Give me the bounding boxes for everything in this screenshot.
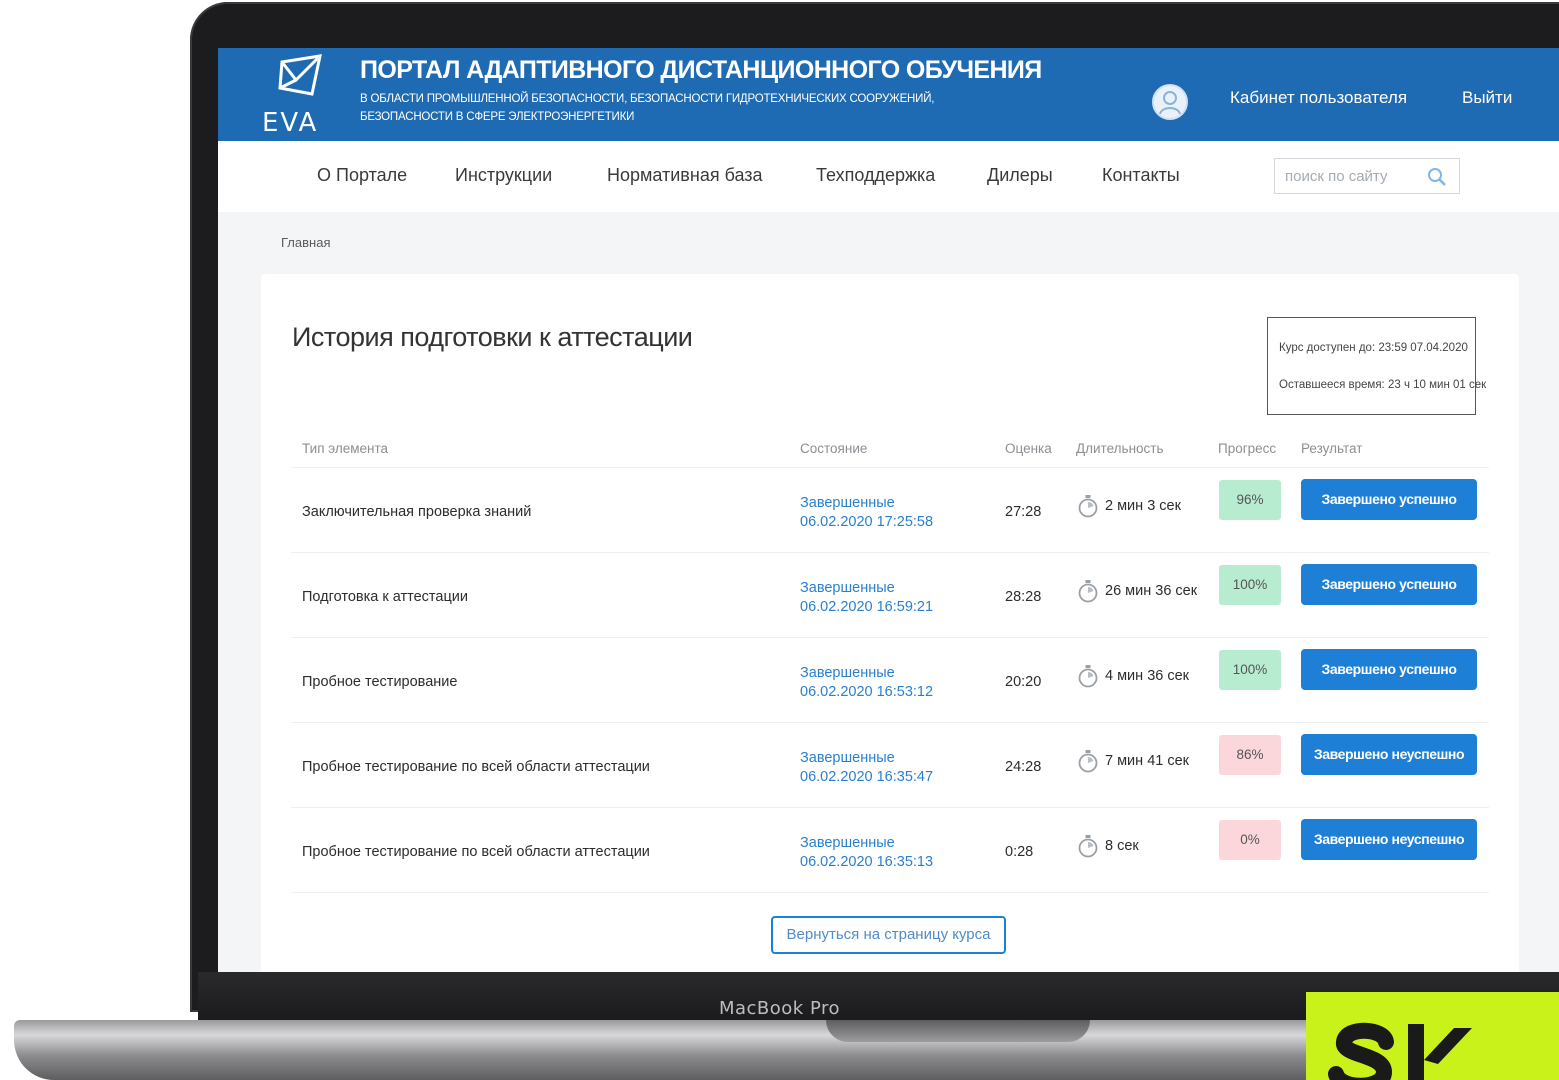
row-type: Пробное тестирование xyxy=(302,674,458,690)
row-state: Завершенные xyxy=(800,750,895,766)
sk-logo-icon xyxy=(1328,1022,1472,1080)
course-remaining-time: Оставшееся время: 23 ч 10 мин 01 сек xyxy=(1279,379,1487,391)
breadcrumb[interactable]: Главная xyxy=(281,235,330,250)
portal-subtitle-line-1: В ОБЛАСТИ ПРОМЫШЛЕННОЙ БЕЗОПАСНОСТИ, БЕЗ… xyxy=(360,93,935,105)
logo-text: EVA xyxy=(262,108,319,138)
row-progress-badge: 0% xyxy=(1219,820,1281,860)
portal-subtitle-line-2: БЕЗОПАСНОСТИ В СФЕРЕ ЭЛЕКТРОЭНЕРГЕТИКИ xyxy=(360,111,635,123)
sk-corner-logo xyxy=(1306,992,1559,1080)
row-state: Завершенные xyxy=(800,665,895,681)
stopwatch-icon xyxy=(1078,580,1098,603)
logout-link[interactable]: Выйти xyxy=(1462,88,1512,108)
nav-item-contacts[interactable]: Контакты xyxy=(1102,165,1180,186)
row-result-button[interactable]: Завершено неуспешно xyxy=(1301,819,1477,860)
row-progress-badge: 100% xyxy=(1219,650,1281,690)
row-score: 20:20 xyxy=(1005,674,1042,690)
user-avatar-icon[interactable] xyxy=(1152,84,1188,120)
header-type: Тип элемента xyxy=(302,441,389,456)
row-state-link[interactable]: Завершенные 06.02.2020 16:35:13 xyxy=(800,834,933,872)
course-info-box: Курс доступен до: 23:59 07.04.2020 Остав… xyxy=(1267,317,1486,415)
table-row: Подготовка к аттестации Завершенные 06.0… xyxy=(291,552,1489,638)
row-date: 06.02.2020 16:53:12 xyxy=(800,684,934,700)
row-state-link[interactable]: Завершенные 06.02.2020 16:53:12 xyxy=(800,664,933,702)
row-result-button[interactable]: Завершено успешно xyxy=(1301,649,1477,690)
row-state: Завершенные xyxy=(800,580,895,596)
row-state: Завершенные xyxy=(800,835,895,851)
screen: EVA ПОРТАЛ АДАПТИВНОГО ДИСТАНЦИОННОГО ОБ… xyxy=(218,48,1559,972)
row-duration: 2 мин 3 сек xyxy=(1077,494,1181,518)
course-available-until: Курс доступен до: 23:59 07.04.2020 xyxy=(1279,342,1468,354)
row-duration: 4 мин 36 сек xyxy=(1077,664,1189,688)
nav-item-regulations[interactable]: Нормативная база xyxy=(607,165,763,186)
row-duration-text: 4 мин 36 сек xyxy=(1105,667,1190,684)
header-score: Оценка xyxy=(1005,441,1052,456)
row-date: 06.02.2020 16:59:21 xyxy=(800,599,934,615)
stopwatch-icon xyxy=(1078,495,1098,518)
row-progress-badge: 100% xyxy=(1219,565,1281,605)
row-duration-text: 8 сек xyxy=(1105,837,1139,854)
row-result-button[interactable]: Завершено успешно xyxy=(1301,479,1477,520)
row-score: 28:28 xyxy=(1005,589,1042,605)
portal-subtitle: В ОБЛАСТИ ПРОМЫШЛЕННОЙ БЕЗОПАСНОСТИ, БЕЗ… xyxy=(360,90,960,126)
row-type: Пробное тестирование по всей области атт… xyxy=(302,844,650,860)
row-score: 27:28 xyxy=(1005,504,1042,520)
row-state-link[interactable]: Завершенные 06.02.2020 17:25:58 xyxy=(800,494,933,532)
search-placeholder: поиск по сайту xyxy=(1285,168,1388,185)
row-progress-badge: 96% xyxy=(1219,480,1281,520)
page-title: История подготовки к аттестации xyxy=(292,322,693,352)
table-row: Пробное тестирование по всей области атт… xyxy=(291,807,1489,893)
row-type: Заключительная проверка знаний xyxy=(302,504,532,520)
row-date: 06.02.2020 17:25:58 xyxy=(800,514,934,530)
table-row: Пробное тестирование Завершенные 06.02.2… xyxy=(291,637,1489,723)
portal-title: ПОРТАЛ АДАПТИВНОГО ДИСТАНЦИОННОГО ОБУЧЕН… xyxy=(360,56,1042,84)
row-duration-text: 7 мин 41 сек xyxy=(1105,752,1190,769)
laptop-notch xyxy=(826,1020,1090,1042)
row-date: 06.02.2020 16:35:13 xyxy=(800,854,934,870)
header-duration: Длительность xyxy=(1076,441,1164,456)
row-result-button[interactable]: Завершено успешно xyxy=(1301,564,1477,605)
search-icon[interactable] xyxy=(1427,167,1447,187)
user-cabinet-link[interactable]: Кабинет пользователя xyxy=(1230,88,1407,108)
search-input[interactable]: поиск по сайту xyxy=(1274,158,1460,194)
stopwatch-icon xyxy=(1078,665,1098,688)
nav-item-dealers[interactable]: Дилеры xyxy=(987,165,1053,186)
row-duration: 8 сек xyxy=(1077,834,1139,858)
nav-item-support[interactable]: Техподдержка xyxy=(816,165,935,186)
row-result-button[interactable]: Завершено неуспешно xyxy=(1301,734,1477,775)
header-result: Результат xyxy=(1301,441,1363,456)
nav-item-about[interactable]: О Портале xyxy=(317,165,407,186)
row-duration-text: 26 мин 36 сек xyxy=(1105,582,1198,599)
main-nav: О Портале Инструкции Нормативная база Те… xyxy=(218,141,1559,212)
row-progress-badge: 86% xyxy=(1219,735,1281,775)
stopwatch-icon xyxy=(1078,750,1098,773)
stopwatch-icon xyxy=(1078,835,1098,858)
portal-header: EVA ПОРТАЛ АДАПТИВНОГО ДИСТАНЦИОННОГО ОБ… xyxy=(218,48,1559,141)
row-type: Подготовка к аттестации xyxy=(302,589,468,605)
row-score: 24:28 xyxy=(1005,759,1042,775)
envelope-logo-icon xyxy=(278,54,322,96)
table-divider xyxy=(291,892,1489,893)
row-state-link[interactable]: Завершенные 06.02.2020 16:35:47 xyxy=(800,749,933,787)
row-state: Завершенные xyxy=(800,495,895,511)
header-progress: Прогресс xyxy=(1218,441,1277,456)
row-type: Пробное тестирование по всей области атт… xyxy=(302,759,650,775)
nav-item-instructions[interactable]: Инструкции xyxy=(455,165,552,186)
header-state: Состояние xyxy=(800,441,868,456)
table-row: Заключительная проверка знаний Завершенн… xyxy=(291,467,1489,553)
row-duration-text: 2 мин 3 сек xyxy=(1105,497,1181,514)
row-date: 06.02.2020 16:35:47 xyxy=(800,769,934,785)
history-card: История подготовки к аттестации Курс дос… xyxy=(261,274,1519,972)
row-state-link[interactable]: Завершенные 06.02.2020 16:59:21 xyxy=(800,579,933,617)
back-to-course-button[interactable]: Вернуться на страницу курса xyxy=(771,916,1006,954)
row-duration: 26 мин 36 сек xyxy=(1077,579,1197,603)
row-score: 0:28 xyxy=(1005,844,1034,860)
row-duration: 7 мин 41 сек xyxy=(1077,749,1189,773)
table-row: Пробное тестирование по всей области атт… xyxy=(291,722,1489,808)
